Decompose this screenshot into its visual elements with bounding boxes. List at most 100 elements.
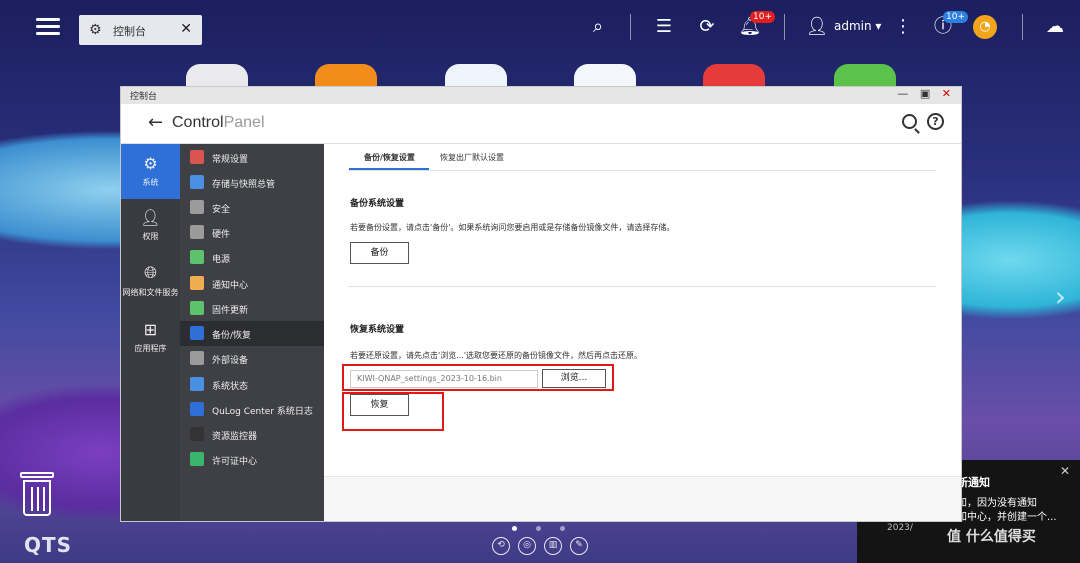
tab-factory-reset[interactable]: 恢复出厂默认设置 xyxy=(440,152,504,163)
close-icon[interactable]: ✕ xyxy=(942,87,951,100)
submenu: 常规设置 存储与快照总管安全硬件电源通知中心固件更新备份/恢复外部设备系统状态 Qu… xyxy=(180,144,324,521)
dashboard-icon[interactable]: ◎ xyxy=(518,537,536,555)
submenu-item[interactable]: 常规设置 xyxy=(180,145,324,170)
submenu-item-label: 许可证中心 xyxy=(212,457,258,467)
sync-icon[interactable]: ⟳ xyxy=(694,14,720,40)
edit-icon[interactable]: ✎ xyxy=(570,537,588,555)
submenu-item[interactable]: 资源监控器 xyxy=(180,422,324,447)
taskbar-tab-label: 控制台 xyxy=(113,25,146,38)
nav-system[interactable]: ⚙ 系统 xyxy=(121,144,180,199)
notification-time: 2023/ xyxy=(887,523,913,533)
submenu-item-label: QuLog Center 系统日志 xyxy=(212,407,313,417)
apps-icon[interactable]: ▥ xyxy=(544,537,562,555)
nav-network-file-services[interactable]: 🌐︎ 网络和文件服务 xyxy=(121,259,180,298)
notification-text: 知，因为没有通知 xyxy=(957,498,1037,509)
highlight-box xyxy=(342,364,614,391)
submenu-item-label: 电源 xyxy=(212,255,231,265)
nav-applications[interactable]: ⊞ 应用程序 xyxy=(121,316,180,354)
security-icon xyxy=(190,200,204,214)
qulog-icon xyxy=(190,402,204,416)
backup-icon xyxy=(190,326,204,340)
control-panel-window: 控制台 — ▣ ✕ ← ControlPanel ? ⚙ 系统 👤︎ 权限 🌐︎… xyxy=(121,87,961,521)
apps-icon: ⊞ xyxy=(143,320,158,339)
back-arrow-icon[interactable]: ← xyxy=(148,112,163,133)
submenu-item[interactable]: 系统状态 xyxy=(180,372,324,397)
desktop-bottom-icons: ⟲ ◎ ▥ ✎ xyxy=(492,536,596,555)
backup-section-title: 备份系统设置 xyxy=(350,199,405,209)
maximize-icon[interactable]: ▣ xyxy=(920,87,930,100)
submenu-item[interactable]: 通知中心 xyxy=(180,271,324,296)
submenu-item-label: 系统状态 xyxy=(212,382,249,392)
user-menu[interactable]: admin ▾ xyxy=(834,19,881,33)
power-icon xyxy=(190,250,204,264)
minimize-icon[interactable]: — xyxy=(897,87,908,100)
window-title: 控制台 xyxy=(130,92,158,102)
nav-privilege[interactable]: 👤︎ 权限 xyxy=(121,204,180,242)
notification-icon xyxy=(190,276,204,290)
tab-backup-restore[interactable]: 备份/恢复设置 xyxy=(364,152,415,163)
desktop-page-dots[interactable] xyxy=(512,520,584,534)
submenu-item[interactable]: QuLog Center 系统日志 xyxy=(180,397,324,422)
restore-description: 若要还原设置，请先点击'浏览...'选取您要还原的备份镜像文件，然后再点击还原。 xyxy=(350,351,643,360)
divider xyxy=(1022,14,1023,40)
submenu-item-label: 外部设备 xyxy=(212,356,249,366)
cloud-icon[interactable]: ☁ xyxy=(1042,14,1068,40)
submenu-item[interactable]: 外部设备 xyxy=(180,346,324,371)
search-icon[interactable] xyxy=(902,114,917,129)
content-footer xyxy=(324,476,961,521)
update-badge: 10+ xyxy=(943,11,968,23)
close-icon[interactable]: ✕ xyxy=(180,21,192,37)
submenu-item-label: 备份/恢复 xyxy=(212,331,252,341)
window-title-bar: 控制台 — ▣ ✕ xyxy=(121,87,961,104)
backup-description: 若要备份设置，请点击'备份'。如果系统询问您要启用或是存储备份镜像文件，请选择存… xyxy=(350,223,675,232)
close-icon[interactable]: ✕ xyxy=(1060,464,1070,478)
user-icon[interactable]: 👤︎ xyxy=(804,14,830,40)
general-settings-icon xyxy=(190,150,204,164)
submenu-item[interactable]: 许可证中心 xyxy=(180,447,324,472)
page-title: ControlPanel xyxy=(172,114,265,131)
control-panel-header: ← ControlPanel ? xyxy=(121,104,961,144)
license-icon xyxy=(190,452,204,466)
submenu-item-label: 固件更新 xyxy=(212,306,249,316)
highlight-box xyxy=(342,392,444,431)
taskbar-tab-control-panel[interactable]: ⚙ 控制台 ✕ xyxy=(79,15,202,45)
nav-label: 权限 xyxy=(142,232,159,241)
main-content: 备份/恢复设置 恢复出厂默认设置 备份系统设置 若要备份设置，请点击'备份'。如… xyxy=(324,144,961,521)
nav-label: 应用程序 xyxy=(134,344,167,353)
submenu-item[interactable]: 安全 xyxy=(180,195,324,220)
category-nav: ⚙ 系统 👤︎ 权限 🌐︎ 网络和文件服务 ⊞ 应用程序 xyxy=(121,144,180,521)
system-status-icon xyxy=(190,377,204,391)
notification-text: 知中心，并创建一个... xyxy=(957,512,1057,523)
dashboard-icon[interactable]: ◔ xyxy=(973,15,997,39)
notification-title: 新通知 xyxy=(957,476,990,489)
main-menu-icon[interactable] xyxy=(36,14,60,38)
submenu-item-label: 硬件 xyxy=(212,230,231,240)
backup-button[interactable]: 备份 xyxy=(350,242,409,264)
submenu-item-label: 通知中心 xyxy=(212,281,249,291)
firmware-icon xyxy=(190,301,204,315)
submenu-item[interactable]: 硬件 xyxy=(180,220,324,245)
more-options-icon[interactable]: ⋮ xyxy=(890,14,916,40)
submenu-item[interactable]: 电源 xyxy=(180,245,324,270)
section-divider xyxy=(348,286,936,287)
gear-icon: ⚙ xyxy=(89,22,102,38)
submenu-item-label: 安全 xyxy=(212,205,231,215)
restore-section-title: 恢复系统设置 xyxy=(350,325,405,335)
top-bar: ⚙ 控制台 ✕ ⌕ ☰ ⟳ 🔔︎ 10+ 👤︎ admin ▾ ⋮ ⓘ 10+ … xyxy=(0,0,1080,56)
notification-badge: 10+ xyxy=(750,11,775,23)
search-icon[interactable]: ⌕ xyxy=(585,14,611,40)
task-icon[interactable]: ☰ xyxy=(651,14,677,40)
update-icon[interactable]: ⓘ 10+ xyxy=(930,11,968,40)
submenu-item[interactable]: 存储与快照总管 xyxy=(180,170,324,195)
hardware-icon xyxy=(190,225,204,239)
chevron-right-icon[interactable]: › xyxy=(1055,280,1066,313)
sync-icon[interactable]: ⟲ xyxy=(492,537,510,555)
submenu-item[interactable]: 固件更新 xyxy=(180,296,324,321)
qts-logo: QTS xyxy=(24,533,73,557)
submenu-item-label: 资源监控器 xyxy=(212,432,258,442)
user-icon: 👤︎ xyxy=(140,208,161,227)
help-icon[interactable]: ? xyxy=(927,113,944,130)
trash-icon[interactable] xyxy=(20,472,54,516)
submenu-item[interactable]: 备份/恢复 xyxy=(180,321,324,346)
bell-icon[interactable]: 🔔︎ 10+ xyxy=(737,11,775,40)
